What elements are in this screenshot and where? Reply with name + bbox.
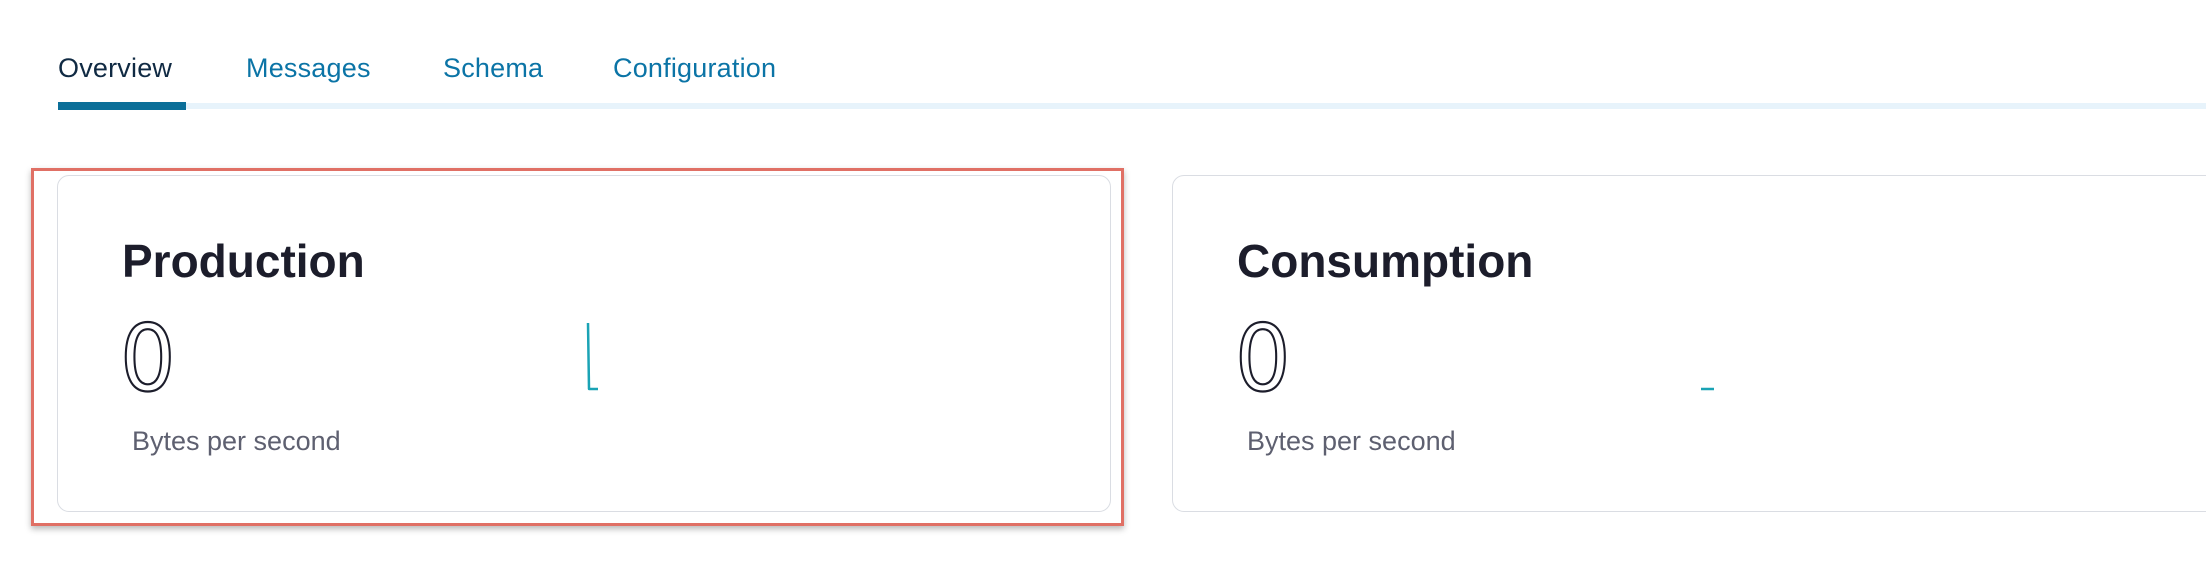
tab-track (58, 103, 2206, 109)
tab-configuration[interactable]: Configuration (613, 50, 776, 86)
production-title: Production (122, 235, 365, 287)
consumption-value-text: 0 (1234, 305, 1292, 412)
production-unit: Bytes per second (132, 426, 341, 456)
tab-overview[interactable]: Overview (58, 50, 172, 86)
topic-tabs: Overview Messages Schema Configuration (58, 0, 2206, 112)
consumption-value: 0 (1234, 305, 1292, 412)
consumption-unit: Bytes per second (1247, 426, 1456, 456)
consumption-sparkline (1701, 387, 1714, 391)
topic-overview-page: Overview Messages Schema Configuration P… (0, 0, 2206, 580)
tab-schema[interactable]: Schema (443, 50, 543, 86)
production-card: Production 0 Bytes per second (57, 175, 1111, 512)
production-sparkline (586, 322, 598, 391)
consumption-title: Consumption (1237, 235, 1534, 287)
active-tab-indicator (58, 102, 186, 110)
consumption-card: Consumption 0 Bytes per second (1172, 175, 2206, 512)
production-value: 0 (119, 305, 177, 412)
production-sparkline-line (586, 322, 598, 391)
production-value-text: 0 (119, 305, 177, 412)
tab-messages[interactable]: Messages (246, 50, 371, 86)
